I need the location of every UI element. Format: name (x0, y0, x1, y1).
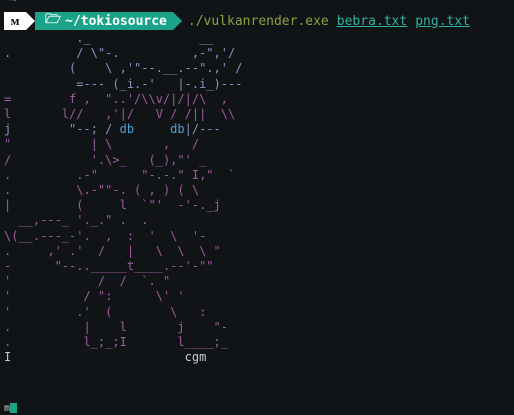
command-text: ./vulkanrender.exe (187, 13, 329, 29)
output-line: . | l j "- (4, 319, 228, 334)
output-line: . .-" "-.-." I," ` (4, 167, 236, 182)
folder-icon: 🗁 (45, 12, 62, 27)
shell-prompt: ᴍ 🗁 ~/tokiosource ./vulkanrender.exe beb… (4, 12, 510, 30)
output-line: . l_;_;I l____;_ (4, 335, 228, 350)
output-line: =--- (_i.-' |-.i_)--- (4, 76, 243, 91)
output-line: \(__.---_-'. , : ' \ '- (4, 228, 207, 243)
terminal-cursor-line[interactable]: m (4, 403, 44, 415)
output-line: __,---_ '._." . . (4, 213, 149, 228)
output-line: " | \ , / (4, 137, 200, 152)
output-line: j "--; / db db|/--- (4, 122, 221, 137)
output-line: ._ __ (4, 31, 214, 45)
output-line: . \.-""-. ( , ) ( \ (4, 183, 200, 198)
prompt-separator-icon (26, 12, 35, 30)
output-line: | ( l `"' -'-._j (4, 198, 221, 213)
output-line: ' .' ( \ : (4, 304, 207, 319)
cursor-block (10, 403, 18, 413)
command-argument[interactable]: png.txt (415, 14, 470, 29)
output-line: = f , "..'/\\v/|/|/\ , (4, 91, 228, 106)
output-line: / '.\>_ (_),"' _ (4, 152, 207, 167)
terminal-output: ._ __ . / \"-. ,-",'/ ( \ ,'"--.__.--".,… (4, 31, 242, 365)
os-logo-icon: ᴍ (4, 12, 26, 30)
output-line: I cgm (4, 350, 207, 365)
prompt-separator-icon (172, 12, 182, 30)
output-line: - "--.._____t____.--'-"" (4, 259, 214, 274)
output-line: l l// ,'|/ V / /|| \\ (4, 107, 236, 122)
output-line: . ,' .' / | \ \ \ " (4, 243, 221, 258)
output-line: ' / ": \' ' (4, 289, 185, 304)
top-scrollback-fragment: ~ (10, 0, 18, 7)
prompt-directory: 🗁 ~/tokiosource (35, 12, 173, 30)
output-line: ( \ ,'"--.__.--".,' / (4, 61, 243, 76)
command-argument[interactable]: bebra.txt (337, 14, 407, 29)
output-line: . / \"-. ,-",'/ (4, 46, 236, 61)
current-directory: ~/tokiosource (65, 13, 167, 29)
output-line: ' / / `. " (4, 274, 171, 289)
